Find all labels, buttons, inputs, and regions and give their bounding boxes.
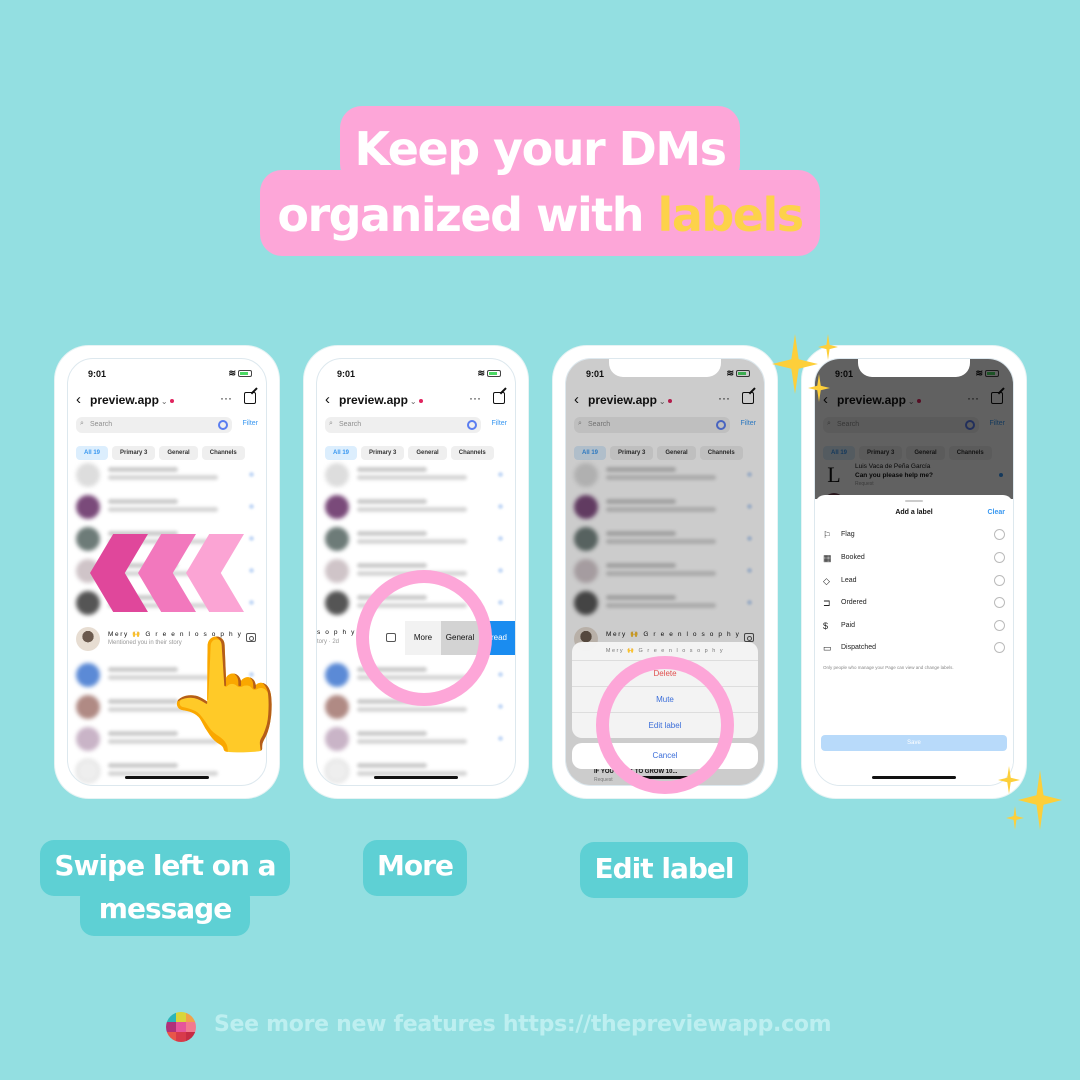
swiped-subtitle: tory · 2d xyxy=(317,639,340,645)
chip-channels[interactable]: Channels xyxy=(201,446,245,460)
caption-step-2: More xyxy=(363,840,467,896)
package-icon: ▭ xyxy=(823,643,832,653)
calendar-icon: ▦ xyxy=(823,553,832,563)
dim-overlay[interactable] xyxy=(815,359,1013,499)
highlight-ring xyxy=(356,570,492,706)
filter-button[interactable]: Filter xyxy=(242,420,258,427)
filter-chips: All 19Primary 3GeneralChannels xyxy=(325,441,515,460)
inbox-header: ‹ preview.app⌄ ··· xyxy=(76,391,258,411)
save-button[interactable]: Save xyxy=(821,735,1007,751)
sheet-title: Add a label xyxy=(895,509,933,516)
radio[interactable] xyxy=(994,529,1005,540)
compose-icon[interactable] xyxy=(493,392,505,404)
more-icon[interactable]: ··· xyxy=(220,391,232,405)
search-icon: ⌕ xyxy=(80,420,84,427)
conversation-row[interactable] xyxy=(76,493,258,523)
filter-chips: All 19Primary 3GeneralChannels xyxy=(76,441,266,460)
meta-ai-icon[interactable] xyxy=(467,420,477,430)
sparkle-icon xyxy=(1018,770,1062,830)
search-icon: ⌕ xyxy=(329,420,333,427)
footer-link[interactable]: See more new features https://thepreview… xyxy=(214,1012,832,1037)
inbox-header: ‹ preview.app⌄ ··· xyxy=(325,391,507,411)
filter-button[interactable]: Filter xyxy=(491,420,507,427)
phone-step-4: 9:01 ≋ ‹ preview.app⌄ ··· ⌕Search Filter… xyxy=(802,346,1026,798)
phone-4-screen: 9:01 ≋ ‹ preview.app⌄ ··· ⌕Search Filter… xyxy=(814,358,1014,786)
caption-step-1-line-2: message xyxy=(80,884,250,936)
conversation-row[interactable] xyxy=(325,493,507,523)
chip-all[interactable]: All 19 xyxy=(76,446,109,460)
notch xyxy=(609,359,721,377)
chip-channels[interactable]: Channels xyxy=(450,446,494,460)
conversation-row[interactable] xyxy=(325,725,507,755)
radio[interactable] xyxy=(994,597,1005,608)
account-switcher[interactable]: preview.app⌄ xyxy=(90,393,174,407)
back-icon[interactable]: ‹ xyxy=(76,391,81,408)
radio[interactable] xyxy=(994,642,1005,653)
search-input[interactable]: ⌕Search xyxy=(76,417,232,433)
caption-step-3: Edit label xyxy=(580,842,748,898)
notch xyxy=(360,359,472,377)
swiped-name: s o p h y xyxy=(317,629,356,636)
chip-primary[interactable]: Primary 3 xyxy=(112,446,156,460)
conversation-row[interactable] xyxy=(325,757,507,785)
label-option-ordered[interactable]: ⊐ Ordered xyxy=(823,595,1005,613)
home-indicator xyxy=(125,776,209,779)
labels-note: Only people who manage your Page can vie… xyxy=(823,665,954,670)
add-label-sheet: Add a label Clear ⚐ Flag ▦ Booked ◇ Lead ⊐ O… xyxy=(815,495,1013,785)
conversation-row[interactable] xyxy=(325,461,507,491)
wifi-battery-icon: ≋ xyxy=(477,368,501,379)
label-option-lead[interactable]: ◇ Lead xyxy=(823,573,1005,591)
back-icon[interactable]: ‹ xyxy=(325,391,330,408)
chip-general[interactable]: General xyxy=(408,446,447,460)
notch xyxy=(858,359,970,377)
radio[interactable] xyxy=(994,575,1005,586)
tag-icon: ◇ xyxy=(823,576,830,586)
cart-icon: ⊐ xyxy=(823,598,831,608)
avatar xyxy=(76,627,100,651)
clear-button[interactable]: Clear xyxy=(987,509,1005,516)
radio[interactable] xyxy=(994,552,1005,563)
title-prefix: organized with xyxy=(277,188,658,242)
label-option-paid[interactable]: $ Paid xyxy=(823,618,1005,636)
meta-ai-icon[interactable] xyxy=(218,420,228,430)
label-option-dispatched[interactable]: ▭ Dispatched xyxy=(823,640,1005,658)
search-input[interactable]: ⌕Search xyxy=(325,417,481,433)
conversation-row[interactable] xyxy=(76,461,258,491)
chip-primary[interactable]: Primary 3 xyxy=(361,446,405,460)
compose-icon[interactable] xyxy=(244,392,256,404)
account-switcher[interactable]: preview.app⌄ xyxy=(339,393,423,407)
more-icon[interactable]: ··· xyxy=(469,391,481,405)
pointing-hand-icon: 👆 xyxy=(160,633,297,756)
status-time: 9:01 xyxy=(88,369,107,379)
title-highlight: labels xyxy=(657,188,805,242)
status-time: 9:01 xyxy=(337,369,356,379)
wifi-battery-icon: ≋ xyxy=(228,368,252,379)
preview-app-logo-icon xyxy=(166,1012,196,1042)
home-indicator xyxy=(872,776,956,779)
title-line-1: Keep your DMs xyxy=(354,122,727,176)
conversation-row[interactable] xyxy=(76,757,258,785)
label-option-booked[interactable]: ▦ Booked xyxy=(823,550,1005,568)
dollar-icon: $ xyxy=(823,621,829,631)
notch xyxy=(111,359,223,377)
title-line-2: organized with labels xyxy=(0,188,1080,242)
label-option-flag[interactable]: ⚐ Flag xyxy=(823,527,1005,545)
highlight-ring xyxy=(596,656,734,794)
home-indicator xyxy=(374,776,458,779)
radio[interactable] xyxy=(994,620,1005,631)
chip-general[interactable]: General xyxy=(159,446,198,460)
chip-all[interactable]: All 19 xyxy=(325,446,358,460)
conversation-row[interactable] xyxy=(325,525,507,555)
sparkle-icon xyxy=(1006,806,1024,830)
flag-icon: ⚐ xyxy=(823,530,832,540)
sheet-grabber[interactable] xyxy=(905,500,923,502)
